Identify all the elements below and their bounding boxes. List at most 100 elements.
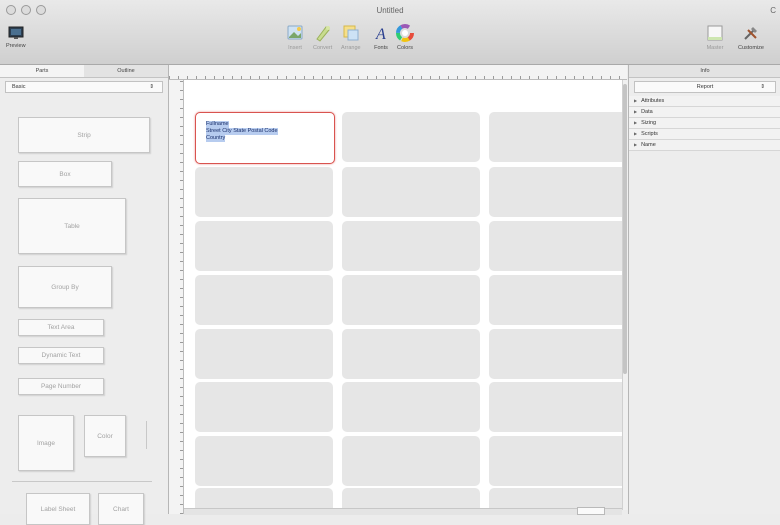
convert-icon — [315, 26, 330, 42]
scrollbar-thumb[interactable] — [623, 84, 627, 374]
section-scripts[interactable]: ▶ Scripts — [629, 129, 780, 140]
part-color[interactable]: Color — [84, 415, 126, 457]
customize-label: Customize — [738, 45, 764, 51]
part-strip[interactable]: Strip — [18, 117, 150, 153]
country-field[interactable]: Country — [206, 135, 226, 142]
inspector-target-value: Report — [696, 84, 714, 90]
part-image-label: Image — [36, 439, 56, 447]
section-data[interactable]: ▶ Data — [629, 107, 780, 118]
part-group-by[interactable]: Group By — [18, 266, 112, 308]
label-cell[interactable] — [195, 329, 333, 379]
section-sizing[interactable]: ▶ Sizing — [629, 118, 780, 129]
part-text-area[interactable]: Text Area — [18, 319, 104, 336]
convert-button[interactable]: Convert — [313, 24, 332, 51]
label-cell[interactable] — [489, 436, 622, 486]
colors-label: Colors — [397, 45, 413, 51]
label-cell[interactable] — [342, 436, 480, 486]
section-sizing-label: Sizing — [641, 120, 657, 126]
tools-icon — [744, 27, 757, 40]
fullname-field[interactable]: Fullname — [206, 121, 229, 128]
label-cell[interactable] — [489, 382, 622, 432]
fonts-icon: A — [375, 26, 386, 42]
disclosure-triangle-icon: ▶ — [634, 131, 638, 136]
address-field[interactable]: Street City State Postal Code — [206, 128, 278, 135]
window-title: Untitled — [376, 6, 404, 15]
parts-category-select[interactable]: Basic ⇕ — [5, 81, 163, 93]
part-page-number-label: Page Number — [40, 383, 82, 390]
part-label-sheet[interactable]: Label Sheet — [26, 493, 90, 525]
label-cell[interactable] — [489, 221, 622, 271]
part-strip-label: Strip — [77, 131, 91, 139]
part-table-label: Table — [64, 222, 80, 230]
section-name[interactable]: ▶ Name — [629, 140, 780, 151]
palette-divider — [12, 481, 152, 482]
disclosure-triangle-icon: ▶ — [634, 142, 638, 147]
label-cell[interactable] — [489, 275, 622, 325]
section-attributes[interactable]: ▶ Attributes — [629, 96, 780, 107]
preview-label: Preview — [6, 43, 26, 49]
insert-button[interactable]: Insert — [286, 24, 304, 51]
parts-panel-tabs: Parts Outline — [0, 65, 168, 78]
selected-label-text[interactable]: Fullname Street City State Postal Code C… — [206, 121, 278, 142]
insert-image-icon — [287, 25, 303, 40]
label-cell[interactable] — [195, 167, 333, 217]
label-cell-selected[interactable]: Fullname Street City State Postal Code C… — [195, 112, 335, 164]
updown-arrows-icon: ⇕ — [760, 84, 765, 90]
label-cell[interactable] — [342, 221, 480, 271]
convert-label: Convert — [313, 45, 333, 51]
horizontal-ruler[interactable] — [169, 65, 627, 80]
arrange-button[interactable]: Arrange — [341, 24, 361, 51]
part-group-by-label: Group By — [51, 283, 79, 291]
color-wheel-icon — [396, 24, 414, 42]
master-button[interactable]: Master — [706, 24, 724, 51]
label-cell[interactable] — [489, 167, 622, 217]
part-image[interactable]: Image — [18, 415, 74, 471]
tab-outline[interactable]: Outline — [84, 65, 168, 77]
section-attributes-label: Attributes — [641, 98, 665, 104]
fonts-button[interactable]: A Fonts — [372, 24, 390, 51]
label-cell[interactable] — [489, 112, 622, 162]
label-cell[interactable] — [342, 112, 480, 162]
label-cell[interactable] — [489, 329, 622, 379]
part-dynamic-text[interactable]: Dynamic Text — [18, 347, 104, 364]
section-data-label: Data — [641, 109, 653, 115]
label-cell[interactable] — [342, 329, 480, 379]
part-color-label: Color — [97, 432, 113, 440]
vertical-ruler[interactable] — [169, 80, 184, 514]
label-cell[interactable] — [195, 436, 333, 486]
window-corner-text: C — [770, 6, 776, 15]
section-name-label: Name — [641, 142, 656, 148]
insert-label: Insert — [288, 45, 302, 51]
inspector-target-select[interactable]: Report ⇕ — [634, 81, 776, 93]
label-cell[interactable] — [342, 488, 480, 510]
report-canvas[interactable]: Fullname Street City State Postal Code C… — [184, 80, 622, 510]
window-titlebar: Untitled C Preview Insert Convert Arrang… — [0, 0, 780, 65]
part-page-number[interactable]: Page Number — [18, 378, 104, 395]
part-box-label: Box — [59, 170, 71, 178]
disclosure-triangle-icon: ▶ — [634, 120, 638, 125]
part-box[interactable]: Box — [18, 161, 112, 187]
part-dynamic-text-label: Dynamic Text — [41, 352, 81, 359]
label-cell[interactable] — [342, 382, 480, 432]
parts-category-value: Basic — [12, 84, 26, 90]
part-chart[interactable]: Chart — [98, 493, 144, 525]
palette-divider-vertical — [146, 421, 147, 449]
colors-button[interactable]: Colors — [396, 24, 414, 51]
part-chart-label: Chart — [113, 505, 129, 513]
label-cell[interactable] — [195, 488, 333, 510]
tab-parts[interactable]: Parts — [0, 65, 84, 77]
label-cell[interactable] — [195, 275, 333, 325]
customize-button[interactable]: Customize — [738, 24, 764, 51]
info-inspector-panel: Info Report ⇕ ▶ Attributes ▶ Data ▶ Sizing … — [628, 65, 780, 514]
part-text-area-label: Text Area — [47, 324, 75, 331]
label-cell[interactable] — [342, 275, 480, 325]
inspector-title: Info — [629, 65, 780, 78]
label-cell[interactable] — [342, 167, 480, 217]
preview-button[interactable]: Preview — [6, 26, 26, 49]
fonts-label: Fonts — [374, 45, 388, 51]
label-cell[interactable] — [195, 221, 333, 271]
arrange-icon — [343, 25, 359, 41]
label-cell[interactable] — [195, 382, 333, 432]
arrange-label: Arrange — [341, 45, 361, 51]
part-table[interactable]: Table — [18, 198, 126, 254]
